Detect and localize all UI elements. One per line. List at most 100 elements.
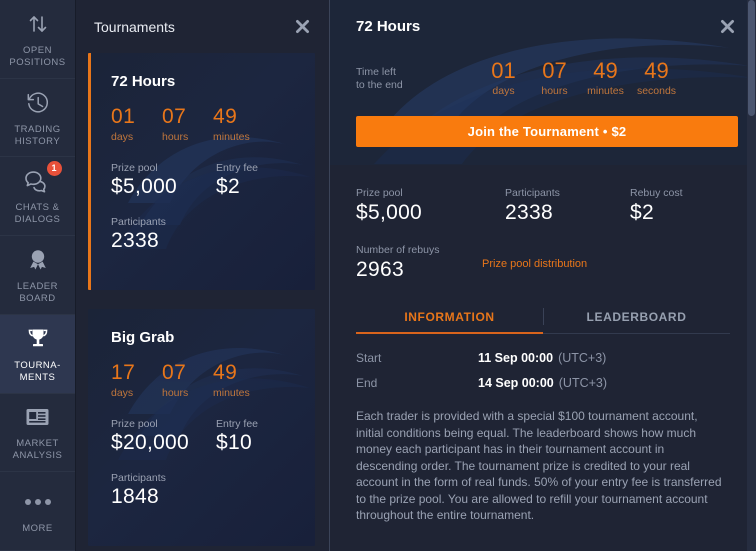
chat-bubbles-icon: 1 bbox=[24, 161, 62, 196]
schedule-label: End bbox=[356, 376, 378, 390]
detail-stats-row: Prize pool $5,000 Participants 2338 Rebu… bbox=[356, 165, 730, 225]
stat-value: 1848 bbox=[111, 485, 159, 508]
sidebar-item-label: MARKET ANALYSIS bbox=[12, 438, 63, 462]
ellipsis-icon bbox=[24, 487, 51, 517]
entry-fee-stat: Entry fee $10 bbox=[216, 418, 258, 455]
stat-label: Rebuy cost bbox=[630, 187, 683, 199]
countdown-label: days bbox=[111, 387, 134, 399]
schedule-value: 11 Sep 00:00 bbox=[478, 351, 554, 365]
tournament-description: Each trader is provided with a special $… bbox=[356, 409, 722, 522]
card-stats-row: Prize pool $20,000 Entry fee $10 bbox=[111, 418, 297, 455]
stat-label: Prize pool bbox=[111, 162, 158, 174]
number-of-rebuys-stat: Number of rebuys 2963 bbox=[356, 244, 482, 282]
stat-label: Entry fee bbox=[216, 162, 259, 174]
rebuy-cost-stat: Rebuy cost $2 bbox=[630, 187, 683, 225]
time-left-line2: to the end bbox=[356, 79, 403, 91]
stat-label: Entry fee bbox=[216, 418, 259, 430]
sidebar-item-chats-dialogs[interactable]: 1 CHATS & DIALOGS bbox=[0, 157, 75, 237]
news-card-icon bbox=[24, 402, 51, 432]
stat-value: $20,000 bbox=[111, 431, 190, 454]
schedule-row: Start 11 Sep 00:00 (UTC+3) bbox=[356, 351, 730, 365]
chats-badge: 1 bbox=[46, 161, 62, 177]
countdown-value: 49 bbox=[593, 58, 618, 83]
card-content: Big Grab 17 days 07 hours 49 minutes Pri… bbox=[88, 309, 315, 509]
panel-title: Tournaments bbox=[94, 18, 175, 35]
countdown-value: 01 bbox=[111, 105, 136, 128]
sidebar-item-tournaments[interactable]: TOURNA- MENTS bbox=[0, 314, 75, 394]
join-tournament-button[interactable]: Join the Tournament • $2 bbox=[356, 116, 738, 147]
countdown-unit: 17 days bbox=[111, 361, 162, 399]
detail-header-bar: 72 Hours bbox=[356, 0, 738, 53]
detail-body: Prize pool $5,000 Participants 2338 Rebu… bbox=[330, 165, 756, 524]
clock-history-icon bbox=[25, 88, 51, 118]
participants-stat: Participants 2338 bbox=[111, 216, 297, 253]
countdown-unit: 49 seconds bbox=[631, 58, 682, 97]
countdown: 01 days 07 hours 49 minutes 49 seconds bbox=[478, 58, 682, 97]
countdown-label: days bbox=[111, 131, 134, 143]
countdown-label: minutes bbox=[587, 85, 624, 97]
countdown-value: 07 bbox=[162, 361, 187, 384]
close-icon[interactable] bbox=[716, 16, 738, 38]
detail-scrollbar-track[interactable] bbox=[747, 0, 756, 551]
prize-pool-distribution-link[interactable]: Prize pool distribution bbox=[482, 244, 587, 270]
schedule-timezone: (UTC+3) bbox=[558, 376, 608, 390]
participants-stat: Participants 1848 bbox=[111, 472, 297, 509]
tournaments-list-panel: Tournaments 72 Hours 01 days 07 hours 49… bbox=[76, 0, 330, 551]
close-icon[interactable] bbox=[291, 16, 313, 38]
sidebar-item-label: LEADER BOARD bbox=[16, 281, 58, 305]
countdown-unit: 49 minutes bbox=[580, 58, 631, 97]
countdown-label: minutes bbox=[213, 387, 250, 399]
app-root: OPEN POSITIONS TRADING HISTORY 1 CHATS & D bbox=[0, 0, 756, 551]
countdown-unit: 07 hours bbox=[162, 105, 213, 143]
sidebar-item-open-positions[interactable]: OPEN POSITIONS bbox=[0, 0, 75, 79]
left-sidebar: OPEN POSITIONS TRADING HISTORY 1 CHATS & D bbox=[0, 0, 76, 551]
sidebar-item-leader-board[interactable]: LEADER BOARD bbox=[0, 236, 75, 315]
stat-label: Participants bbox=[111, 216, 166, 228]
countdown-value: 49 bbox=[644, 58, 669, 83]
detail-stats-row-2: Number of rebuys 2963 Prize pool distrib… bbox=[356, 225, 730, 282]
detail-scrollbar-thumb[interactable] bbox=[748, 0, 755, 116]
participants-stat: Participants 2338 bbox=[505, 187, 630, 225]
countdown-value: 49 bbox=[213, 361, 238, 384]
sidebar-item-label: CHATS & DIALOGS bbox=[14, 202, 61, 226]
schedule-block: Start 11 Sep 00:00 (UTC+3) End 14 Sep 00… bbox=[356, 334, 730, 390]
stat-label: Participants bbox=[111, 472, 166, 484]
sidebar-item-trading-history[interactable]: TRADING HISTORY bbox=[0, 79, 75, 158]
countdown-value: 17 bbox=[111, 361, 136, 384]
tournament-name: Big Grab bbox=[111, 329, 175, 346]
time-left-block: Time left to the end 01 days 07 hours 49… bbox=[356, 58, 738, 97]
countdown-label: seconds bbox=[636, 85, 677, 97]
tournament-card[interactable]: 72 Hours 01 days 07 hours 49 minutes Pri… bbox=[88, 53, 315, 290]
countdown-label: hours bbox=[162, 387, 189, 399]
countdown-unit: 49 minutes bbox=[213, 105, 264, 143]
countdown-value: 07 bbox=[162, 105, 187, 128]
sidebar-item-label: TOURNA- MENTS bbox=[14, 359, 61, 383]
countdown: 01 days 07 hours 49 minutes bbox=[111, 105, 297, 143]
countdown-label: hours bbox=[541, 85, 568, 97]
schedule-value: 14 Sep 00:00 bbox=[478, 376, 554, 390]
countdown-unit: 07 hours bbox=[529, 58, 580, 97]
tournament-name: 72 Hours bbox=[111, 73, 176, 90]
prize-pool-stat: Prize pool $20,000 bbox=[111, 418, 216, 455]
countdown-unit: 01 days bbox=[111, 105, 162, 143]
sidebar-item-more[interactable]: MORE bbox=[0, 472, 75, 551]
sidebar-item-label: OPEN POSITIONS bbox=[9, 44, 66, 68]
card-content: 72 Hours 01 days 07 hours 49 minutes Pri… bbox=[88, 53, 315, 253]
stat-value: $5,000 bbox=[356, 201, 423, 224]
tournament-card-list: 72 Hours 01 days 07 hours 49 minutes Pri… bbox=[76, 53, 329, 546]
sidebar-item-market-analysis[interactable]: MARKET ANALYSIS bbox=[0, 394, 75, 473]
medal-icon bbox=[25, 245, 51, 275]
time-left-caption: Time left to the end bbox=[356, 58, 478, 92]
tournament-card[interactable]: Big Grab 17 days 07 hours 49 minutes Pri… bbox=[88, 309, 315, 546]
stat-value: 2338 bbox=[111, 229, 159, 252]
sidebar-item-label: TRADING HISTORY bbox=[14, 123, 61, 147]
countdown-label: hours bbox=[162, 131, 189, 143]
tab-information[interactable]: INFORMATION bbox=[356, 304, 543, 334]
stat-value: $2 bbox=[630, 201, 654, 224]
tab-leaderboard[interactable]: LEADERBOARD bbox=[543, 304, 730, 333]
stat-label: Number of rebuys bbox=[356, 244, 440, 256]
countdown-unit: 01 days bbox=[478, 58, 529, 97]
prize-pool-stat: Prize pool $5,000 bbox=[111, 162, 216, 199]
countdown: 17 days 07 hours 49 minutes bbox=[111, 361, 297, 399]
countdown-value: 07 bbox=[542, 58, 567, 83]
